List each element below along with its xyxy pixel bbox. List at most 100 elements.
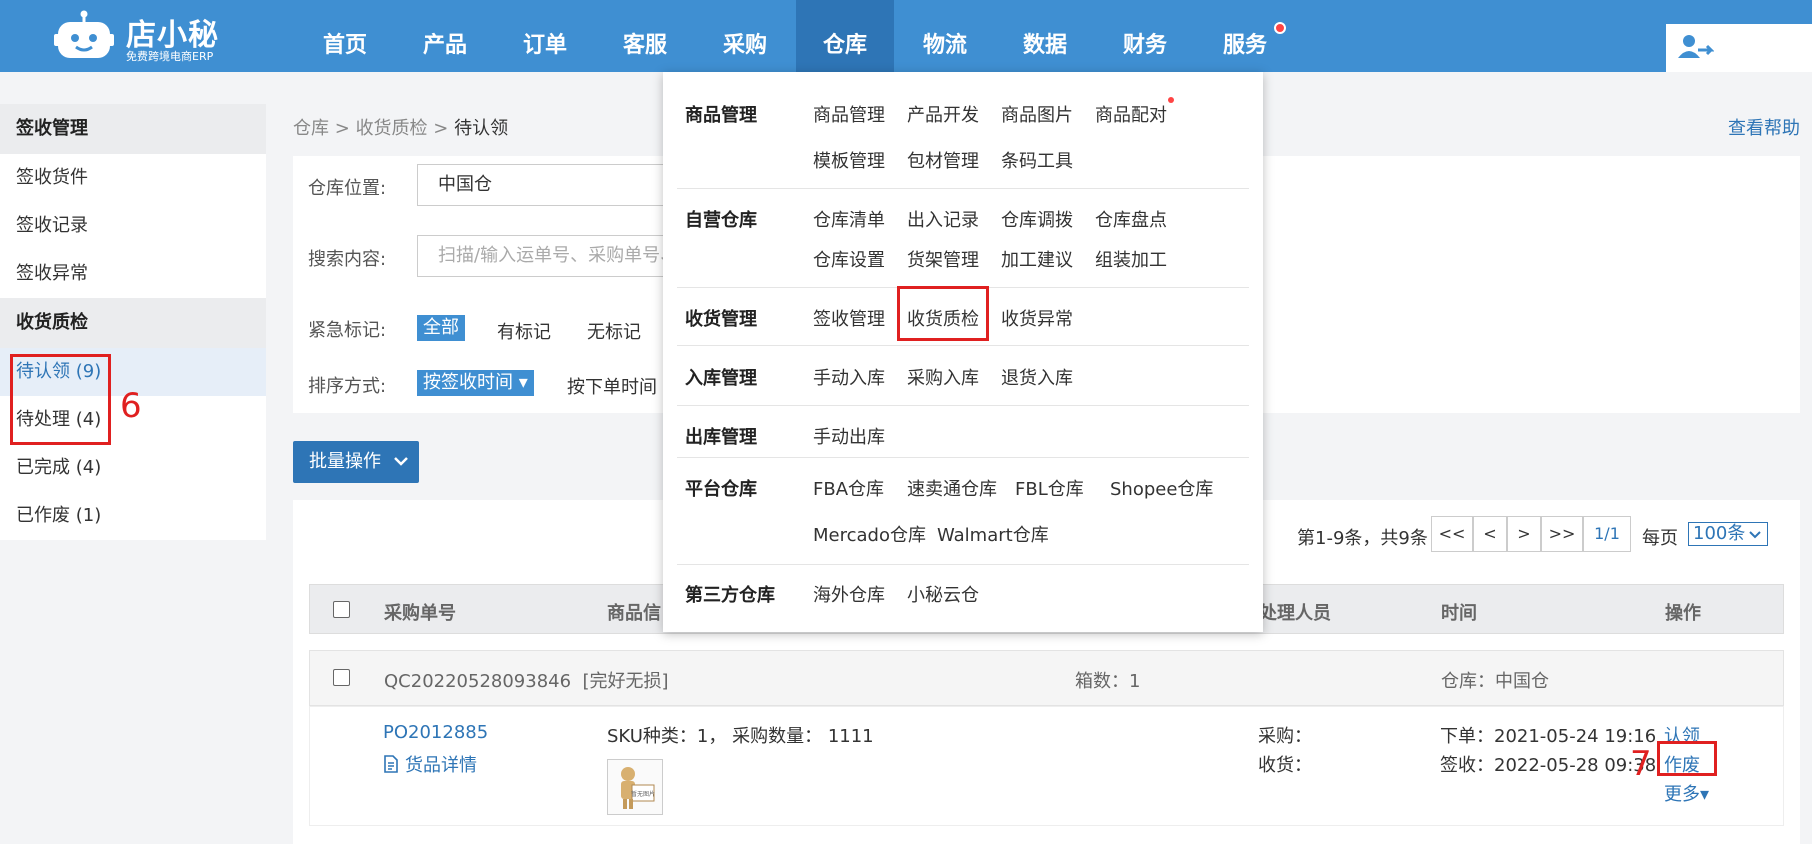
dd-xiaomi-cloud-warehouse[interactable]: 小秘云仓 bbox=[907, 581, 979, 607]
nav-logistics[interactable]: 物流 bbox=[896, 0, 994, 72]
goods-detail-link[interactable]: 货品详情 bbox=[383, 751, 477, 777]
svg-text:暂无图片: 暂无图片 bbox=[631, 790, 655, 798]
no-image-placeholder-icon: 暂无图片 bbox=[621, 767, 655, 809]
dd-fba-warehouse[interactable]: FBA仓库 bbox=[813, 475, 884, 501]
dd-mercado-warehouse[interactable]: Mercado仓库 bbox=[813, 521, 926, 547]
sort-by-order-time[interactable]: 按下单时间 bbox=[567, 373, 657, 399]
warehouse-label: 仓库位置: bbox=[308, 178, 387, 199]
pager-first-button[interactable]: << bbox=[1431, 516, 1473, 552]
sidebar: 签收管理 签收货件 签收记录 签收异常 收货质检 待认领 (9) 待处理 (4)… bbox=[0, 104, 266, 540]
logo[interactable]: 店小秘 免费跨境电商ERP bbox=[54, 4, 224, 64]
sidebar-section-qc: 收货质检 bbox=[0, 298, 266, 348]
pager-next-button[interactable]: > bbox=[1507, 516, 1541, 552]
th-goods: 商品信 bbox=[607, 603, 661, 624]
dd-product-mgmt[interactable]: 商品管理 bbox=[813, 101, 885, 127]
batch-operations-button[interactable]: 批量操作 bbox=[293, 441, 419, 483]
box-count: 箱数：1 bbox=[1075, 671, 1141, 692]
dd-template-mgmt[interactable]: 模板管理 bbox=[813, 147, 885, 173]
robot-logo-icon bbox=[54, 10, 114, 58]
select-all-checkbox[interactable] bbox=[333, 601, 350, 618]
notification-dot bbox=[1274, 22, 1286, 34]
th-time: 时间 bbox=[1441, 603, 1477, 624]
product-thumbnail[interactable]: 暂无图片 bbox=[607, 759, 663, 815]
nav-finance[interactable]: 财务 bbox=[1096, 0, 1194, 72]
dd-sign-mgmt[interactable]: 签收管理 bbox=[813, 305, 885, 331]
dd-processing-advice[interactable]: 加工建议 bbox=[1001, 246, 1073, 272]
dd-divider bbox=[677, 405, 1249, 406]
sidebar-item-voided[interactable]: 已作废 (1) bbox=[0, 492, 266, 540]
per-page-label: 每页 bbox=[1642, 528, 1678, 549]
row-checkbox[interactable] bbox=[333, 669, 350, 686]
dd-manual-outbound[interactable]: 手动出库 bbox=[813, 423, 885, 449]
dd-packing-mgmt[interactable]: 包材管理 bbox=[907, 147, 979, 173]
urgent-unmarked-chip[interactable]: 无标记 bbox=[587, 318, 641, 344]
dd-return-inbound[interactable]: 退货入库 bbox=[1001, 364, 1073, 390]
nav-orders[interactable]: 订单 bbox=[496, 0, 594, 72]
urgent-marked-chip[interactable]: 有标记 bbox=[497, 318, 551, 344]
pager-last-button[interactable]: >> bbox=[1541, 516, 1583, 552]
dd-overseas-warehouse[interactable]: 海外仓库 bbox=[813, 581, 885, 607]
search-label: 搜索内容: bbox=[308, 249, 387, 270]
dd-divider bbox=[677, 345, 1249, 346]
th-actions: 操作 bbox=[1665, 603, 1701, 624]
warehouse-select[interactable]: 中国仓 bbox=[417, 164, 667, 206]
po-link[interactable]: PO2012885 bbox=[383, 722, 488, 743]
sort-by-sign-time[interactable]: 按签收时间 ▾ bbox=[417, 370, 534, 396]
search-input[interactable]: 扫描/输入运单号、采购单号、 bbox=[417, 235, 667, 277]
user-menu[interactable] bbox=[1666, 24, 1812, 72]
dd-walmart-warehouse[interactable]: Walmart仓库 bbox=[937, 521, 1049, 547]
help-link[interactable]: 查看帮助 bbox=[1728, 114, 1800, 140]
sidebar-item-sign-shipments[interactable]: 签收货件 bbox=[0, 154, 266, 202]
dd-cat-product-mgmt: 商品管理 bbox=[685, 105, 757, 126]
sidebar-item-sign-records[interactable]: 签收记录 bbox=[0, 202, 266, 250]
pager-info: 第1-9条，共9条 bbox=[1297, 528, 1428, 549]
chevron-down-icon bbox=[1749, 531, 1761, 539]
urgent-all-chip[interactable]: 全部 bbox=[417, 315, 465, 341]
dd-warehouse-inventory[interactable]: 仓库盘点 bbox=[1095, 206, 1167, 232]
dd-shopee-warehouse[interactable]: Shopee仓库 bbox=[1110, 475, 1213, 501]
breadcrumb-qc[interactable]: 收货质检 bbox=[356, 118, 428, 139]
nav-service[interactable]: 服务 bbox=[1196, 0, 1294, 72]
per-page-select[interactable]: 100条 bbox=[1688, 522, 1768, 546]
dd-shelf-mgmt[interactable]: 货架管理 bbox=[907, 246, 979, 272]
order-time: 下单：2021-05-24 19:16 bbox=[1440, 726, 1657, 747]
nav-purchase[interactable]: 采购 bbox=[696, 0, 794, 72]
annotation-6: 6 bbox=[120, 386, 142, 426]
breadcrumb-current: 待认领 bbox=[454, 118, 509, 139]
nav-home[interactable]: 首页 bbox=[296, 0, 394, 72]
dd-warehouse-list[interactable]: 仓库清单 bbox=[813, 206, 885, 232]
dd-fbl-warehouse[interactable]: FBL仓库 bbox=[1015, 475, 1084, 501]
dd-inout-records[interactable]: 出入记录 bbox=[907, 206, 979, 232]
dd-manual-inbound[interactable]: 手动入库 bbox=[813, 364, 885, 390]
dd-product-images[interactable]: 商品图片 bbox=[1001, 101, 1073, 127]
dd-product-dev[interactable]: 产品开发 bbox=[907, 101, 979, 127]
breadcrumb-warehouse[interactable]: 仓库 bbox=[293, 118, 329, 139]
warehouse-dropdown-menu: 商品管理 商品管理 产品开发 商品图片 商品配对 模板管理 包材管理 条码工具 … bbox=[663, 72, 1263, 632]
dd-aliexpress-warehouse[interactable]: 速卖通仓库 bbox=[907, 475, 997, 501]
dd-cat-third-party-warehouse: 第三方仓库 bbox=[685, 585, 775, 606]
group-warehouse: 仓库：中国仓 bbox=[1441, 671, 1549, 692]
dd-cat-outbound: 出库管理 bbox=[685, 427, 757, 448]
sku-info: SKU种类：1， 采购数量： 1111 bbox=[607, 726, 874, 747]
dd-purchase-inbound[interactable]: 采购入库 bbox=[907, 364, 979, 390]
dd-warehouse-transfer[interactable]: 仓库调拨 bbox=[1001, 206, 1073, 232]
nav-data[interactable]: 数据 bbox=[996, 0, 1094, 72]
nav-products[interactable]: 产品 bbox=[396, 0, 494, 72]
dd-receiving-exceptions[interactable]: 收货异常 bbox=[1001, 305, 1073, 331]
sidebar-item-completed[interactable]: 已完成 (4) bbox=[0, 444, 266, 492]
dd-divider bbox=[677, 457, 1249, 458]
th-po: 采购单号 bbox=[384, 603, 456, 624]
dd-product-matching[interactable]: 商品配对 bbox=[1095, 101, 1167, 127]
dd-barcode-tool[interactable]: 条码工具 bbox=[1001, 147, 1073, 173]
qc-number: QC20220528093846 [完好无损] bbox=[384, 671, 669, 692]
nav-warehouse[interactable]: 仓库 bbox=[796, 0, 894, 72]
dd-assembly[interactable]: 组装加工 bbox=[1095, 246, 1167, 272]
dd-cat-platform-warehouse: 平台仓库 bbox=[685, 479, 757, 500]
pager-page[interactable]: 1/1 bbox=[1583, 516, 1631, 552]
more-link[interactable]: 更多▾ bbox=[1664, 780, 1709, 806]
urgent-label: 紧急标记: bbox=[308, 320, 387, 341]
pager-prev-button[interactable]: < bbox=[1473, 516, 1507, 552]
nav-customer-service[interactable]: 客服 bbox=[596, 0, 694, 72]
dd-warehouse-settings[interactable]: 仓库设置 bbox=[813, 246, 885, 272]
sidebar-item-sign-exceptions[interactable]: 签收异常 bbox=[0, 250, 266, 298]
